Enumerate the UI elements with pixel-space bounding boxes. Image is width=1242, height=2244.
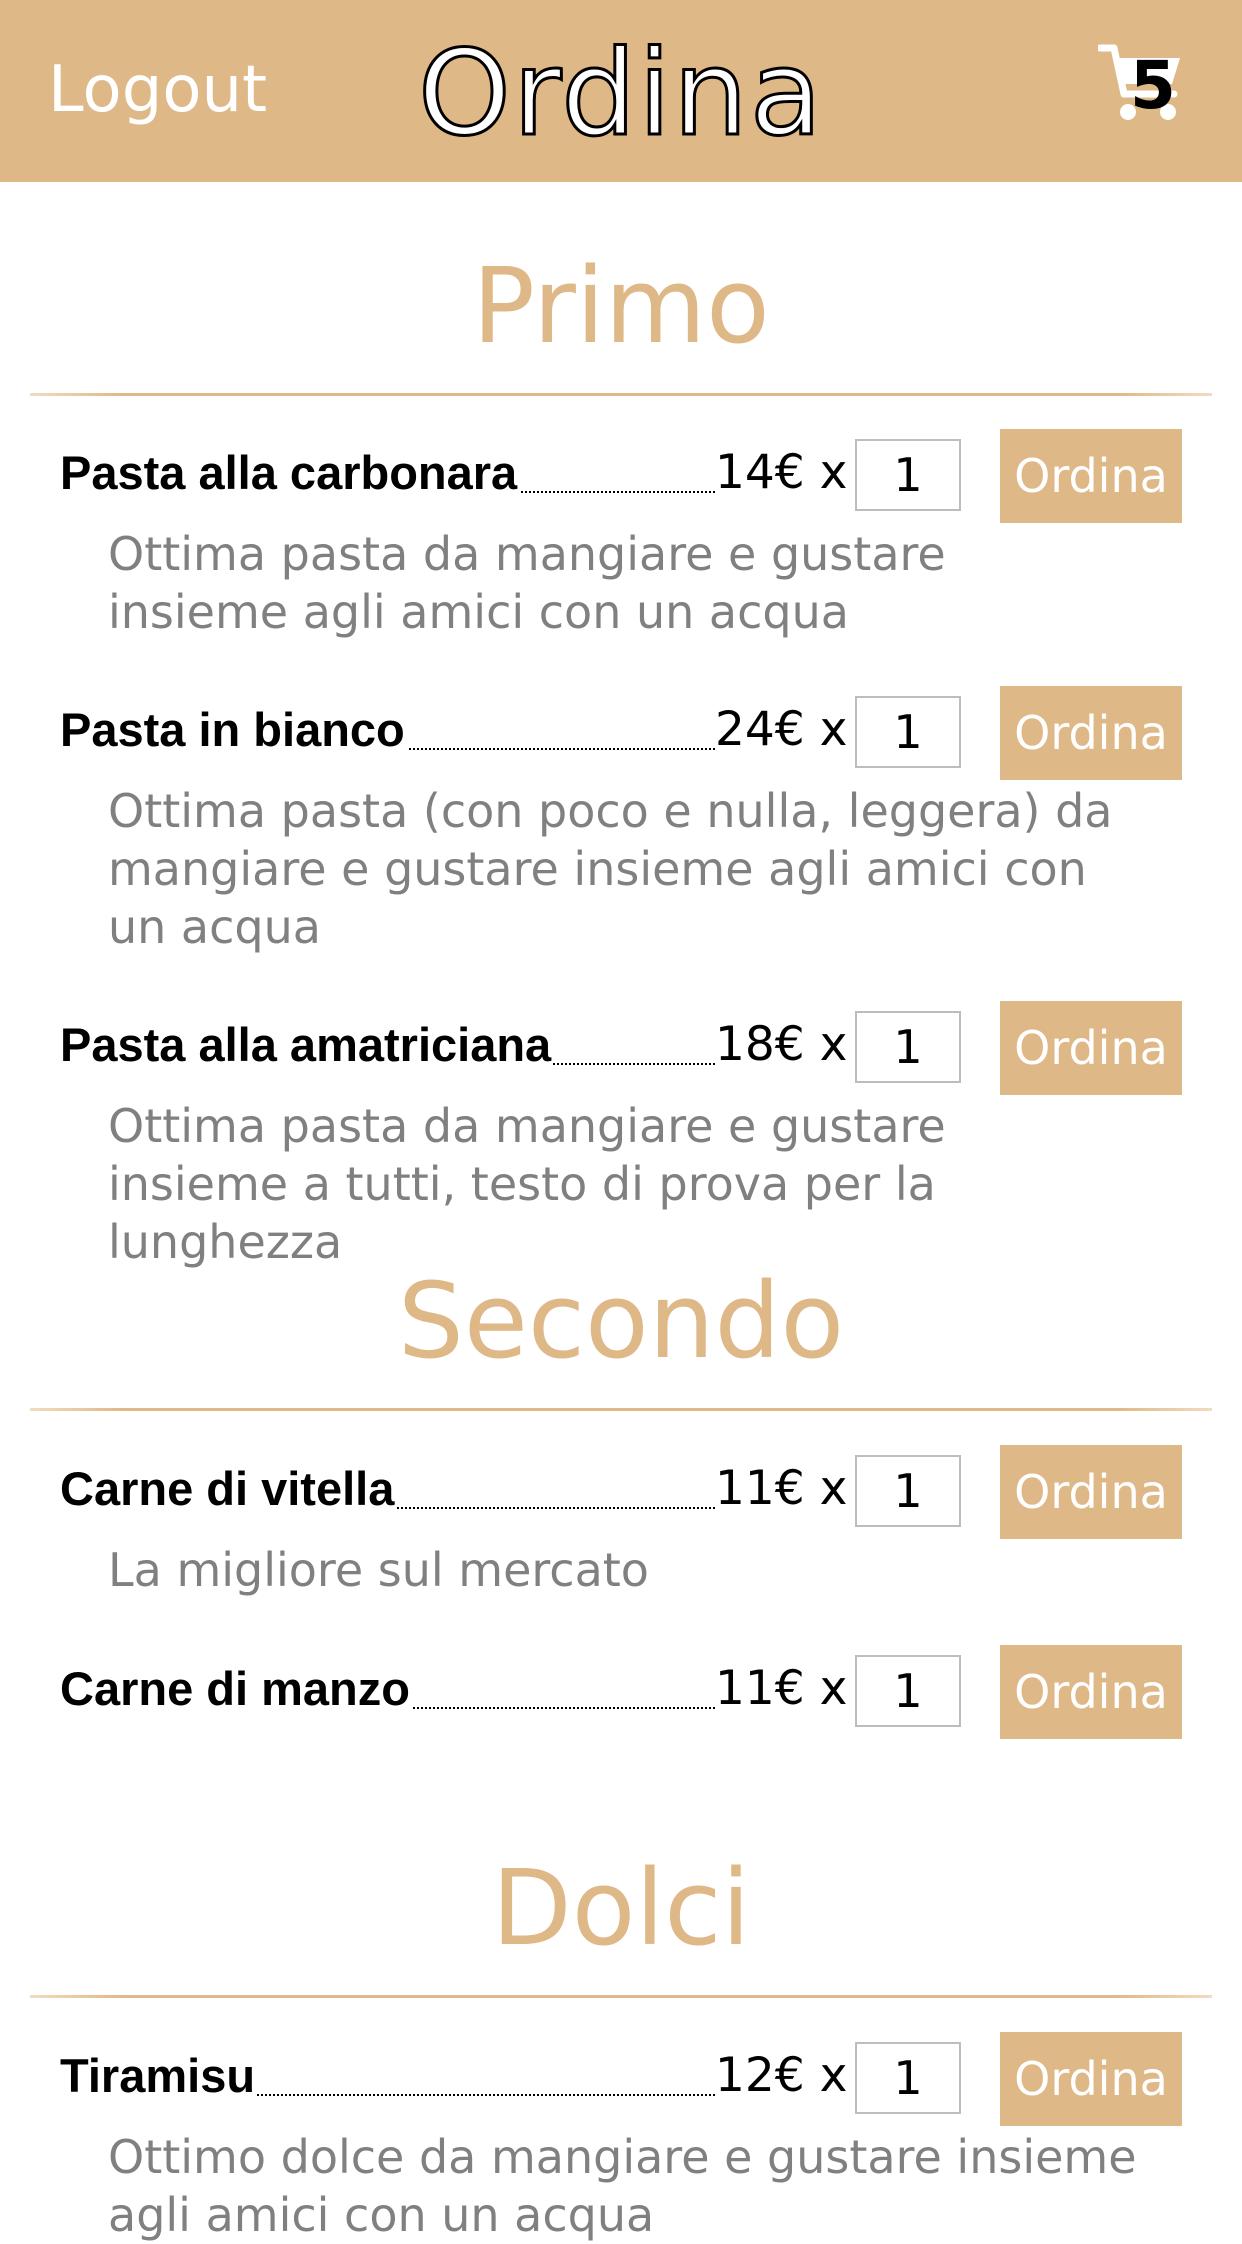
item-name: Carne di manzo: [60, 1659, 412, 1719]
item-price: 18€ x: [715, 1017, 848, 1072]
item-description: Ottimo dolce da mangiare e gustare insie…: [108, 2130, 1137, 2242]
section-divider: [30, 1408, 1212, 1411]
section-divider: [30, 393, 1212, 396]
order-button[interactable]: Ordina: [1000, 429, 1182, 523]
item-name: Pasta in bianco: [60, 700, 407, 760]
menu-item: Carne di manzo 11€ x Ordina: [60, 1645, 1182, 1739]
cart-button[interactable]: 5: [1098, 42, 1184, 128]
item-price: 11€ x: [715, 1661, 848, 1716]
quantity-input[interactable]: [855, 1655, 961, 1727]
menu-item: Pasta alla amatriciana 18€ x Ordina Otti…: [60, 1001, 1182, 1271]
item-description: La migliore sul mercato: [108, 1543, 649, 1597]
quantity-input[interactable]: [855, 439, 961, 511]
item-price: 24€ x: [715, 702, 848, 757]
section-divider: [30, 1995, 1212, 1998]
page-title: Ordina: [416, 24, 825, 162]
order-button[interactable]: Ordina: [1000, 1001, 1182, 1095]
order-button[interactable]: Ordina: [1000, 2032, 1182, 2126]
top-bar: Logout Ordina 5: [0, 0, 1242, 182]
section-title-dolci: Dolci: [491, 1847, 751, 1969]
menu-item: Pasta alla carbonara 14€ x Ordina Ottima…: [60, 429, 1182, 641]
menu-item: Carne di vitella 11€ x Ordina La miglior…: [60, 1445, 1182, 1599]
section-title-primo: Primo: [472, 245, 770, 367]
item-price: 14€ x: [715, 445, 848, 500]
item-description: Ottima pasta da mangiare e gustare insie…: [108, 1099, 946, 1269]
item-name: Pasta alla carbonara: [60, 443, 520, 503]
item-price: 12€ x: [715, 2048, 848, 2103]
order-button[interactable]: Ordina: [1000, 686, 1182, 780]
item-name: Tiramisu: [60, 2046, 258, 2106]
order-button[interactable]: Ordina: [1000, 1645, 1182, 1739]
quantity-input[interactable]: [855, 2042, 961, 2114]
item-description: Ottima pasta (con poco e nulla, leggera)…: [108, 784, 1113, 954]
item-description: Ottima pasta da mangiare e gustare insie…: [108, 527, 946, 639]
item-name: Pasta alla amatriciana: [60, 1015, 554, 1075]
item-price: 11€ x: [715, 1461, 848, 1516]
quantity-input[interactable]: [855, 1011, 961, 1083]
quantity-input[interactable]: [855, 696, 961, 768]
menu-item: Tiramisu 12€ x Ordina Ottimo dolce da ma…: [60, 2032, 1182, 2244]
menu-item: Pasta in bianco 24€ x Ordina Ottima past…: [60, 686, 1182, 956]
cart-count-badge: 5: [1130, 47, 1176, 124]
order-button[interactable]: Ordina: [1000, 1445, 1182, 1539]
quantity-input[interactable]: [855, 1455, 961, 1527]
item-name: Carne di vitella: [60, 1459, 397, 1519]
section-title-secondo: Secondo: [397, 1260, 845, 1382]
